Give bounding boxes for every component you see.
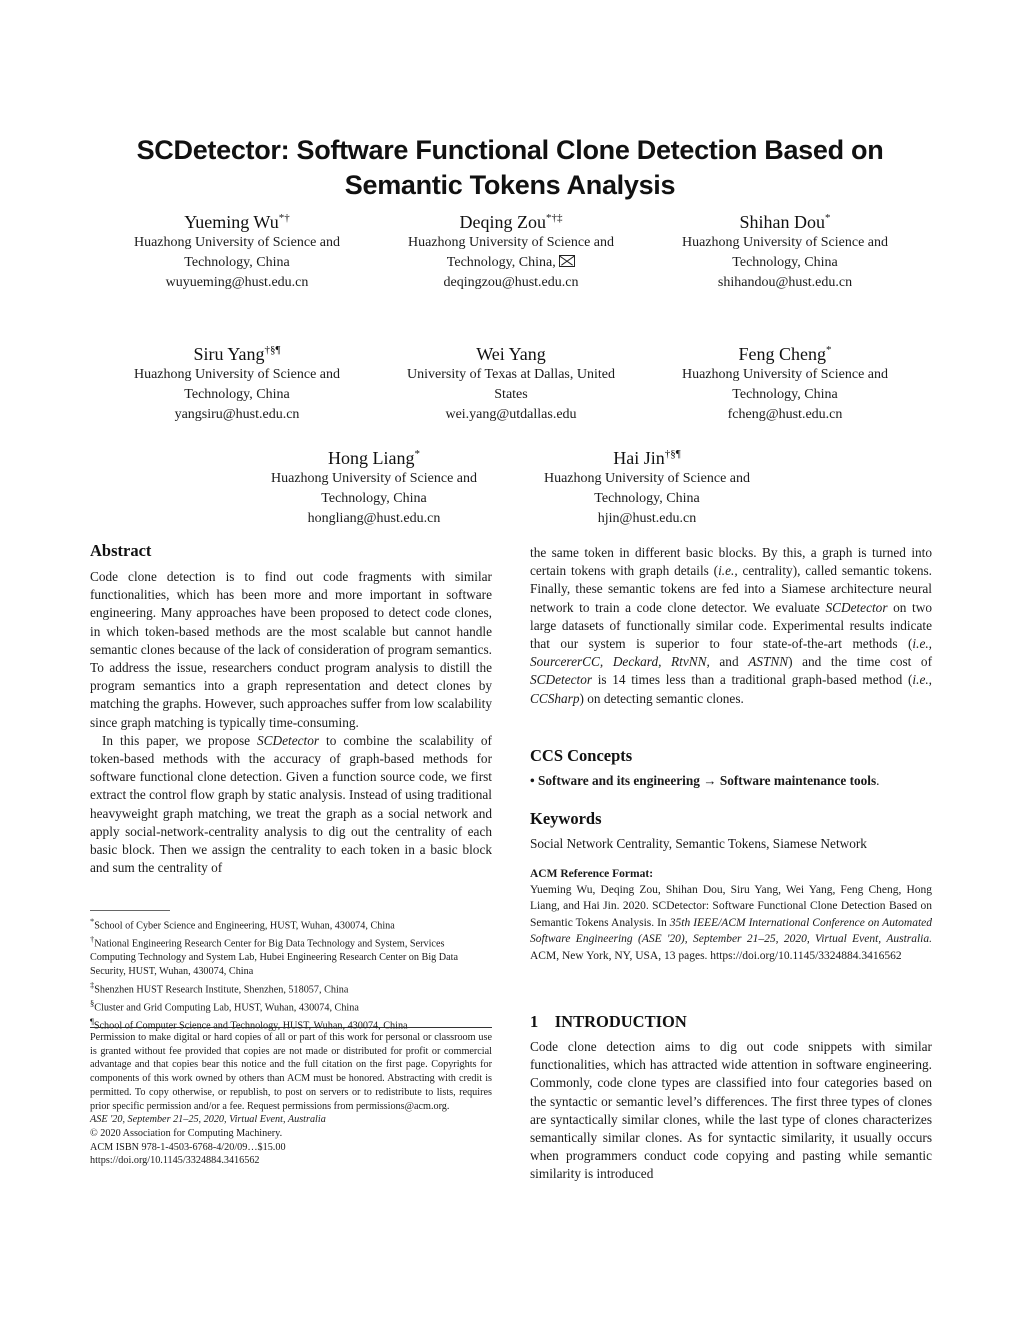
author-affiliation: University of Texas at Dallas, United	[407, 367, 615, 382]
venue: ASE '20, September 21–25, 2020, Virtual …	[90, 1114, 326, 1126]
reference-text: Yueming Wu, Deqing Zou, Shihan Dou, Siru…	[530, 884, 932, 962]
author-block: Siru Yang†§¶ Huazhong University of Scie…	[102, 343, 372, 425]
author-email[interactable]: hongliang@hust.edu.cn	[239, 509, 509, 529]
introduction-section: 1 INTRODUCTION Code clone detection aims…	[530, 1011, 932, 1184]
title-line-1: SCDetector: Software Functional Clone De…	[136, 135, 884, 165]
author-block: Feng Cheng* Huazhong University of Scien…	[650, 343, 920, 425]
abstract-continued: i.e.,the same token in different basic b…	[530, 544, 932, 708]
keywords-text: Social Network Centrality, Semantic Toke…	[530, 836, 867, 851]
text-run: is 14 times less than a traditional grap…	[592, 672, 913, 688]
reference-heading: ACM Reference Format:	[530, 868, 654, 880]
introduction-paragraph: Code clone detection aims to dig out cod…	[530, 1039, 932, 1182]
isbn: ACM ISBN 978-1-4503-6768-4/20/09…$15.00	[90, 1141, 286, 1153]
keywords-heading: Keywords	[530, 809, 602, 828]
text-run: ) on detecting semantic clones.	[579, 690, 744, 706]
ccs-heading: CCS Concepts	[530, 746, 633, 765]
author-affiliation: Huazhong University of Science and	[133, 235, 341, 250]
author-affiliation: Technology, China,	[446, 255, 556, 270]
author-affiliation: Technology, China	[184, 255, 290, 270]
text-run: ) and the time cost of	[788, 654, 932, 670]
italic-term: i.e.,	[718, 563, 738, 579]
author-name: Hai Jin	[613, 448, 665, 468]
author-affiliation: Technology, China	[594, 491, 700, 506]
text-run: to combine the scalability of token-base…	[90, 732, 492, 876]
reference-format: ACM Reference Format: Yueming Wu, Deqing…	[530, 866, 932, 964]
author-name: Wei Yang	[476, 344, 546, 364]
footnote-rule	[90, 910, 170, 911]
text-run: In this paper, we propose	[102, 732, 258, 748]
author-affiliation: Huazhong University of Science and	[681, 367, 889, 382]
author-email[interactable]: wuyueming@hust.edu.cn	[102, 273, 372, 293]
permission-rule	[90, 1027, 492, 1028]
author-affiliation: Huazhong University of Science and	[407, 235, 615, 250]
author-affiliation: Technology, China	[732, 255, 838, 270]
footnote: *School of Cyber Science and Engineering…	[90, 916, 395, 932]
paper-title: SCDetector: Software Functional Clone De…	[60, 133, 960, 203]
keywords-section: Keywords Social Network Centrality, Sema…	[530, 808, 932, 853]
abstract-heading: Abstract	[90, 541, 152, 560]
author-name: Shihan Dou	[739, 212, 826, 232]
author-name: Hong Liang	[328, 448, 415, 468]
author-email[interactable]: yangsiru@hust.edu.cn	[102, 405, 372, 425]
author-marks: *†‡	[545, 212, 563, 224]
author-email[interactable]: hjin@hust.edu.cn	[512, 509, 782, 529]
abstract-paragraph: Code clone detection is to find out code…	[90, 569, 492, 730]
author-affiliation: States	[494, 387, 528, 402]
title-line-2: Semantic Tokens Analysis	[344, 170, 676, 200]
paper-page: SCDetector: Software Functional Clone De…	[0, 0, 1020, 1320]
text-run: the same token in different basic blocks…	[530, 545, 932, 706]
author-marks: *	[414, 448, 420, 460]
footnote: †National Engineering Research Center fo…	[90, 934, 459, 977]
author-affiliation: Technology, China	[321, 491, 427, 506]
system-name: SCDetector	[257, 732, 320, 748]
author-marks: †§¶	[664, 448, 681, 460]
author-block: Wei Yang University of Texas at Dallas, …	[376, 343, 646, 425]
copyright: © 2020 Association for Computing Machine…	[90, 1127, 283, 1139]
author-affiliation: Huazhong University of Science and	[270, 471, 478, 486]
italic-term: SCDetector	[825, 599, 888, 615]
abstract-paragraph: In this paper, we propose SCDetector to …	[90, 732, 492, 878]
author-name: Deqing Zou	[459, 212, 546, 232]
abstract-paragraph: i.e.,the same token in different basic b…	[530, 544, 932, 708]
author-affiliation: Huazhong University of Science and	[681, 235, 889, 250]
author-block: Shihan Dou* Huazhong University of Scien…	[650, 211, 920, 293]
author-affiliation: Technology, China	[184, 387, 290, 402]
envelope-icon	[559, 255, 576, 267]
author-marks: *	[826, 344, 832, 356]
ccs-concept: • Software and its engineering → Softwar…	[530, 773, 880, 788]
author-name: Feng Cheng	[738, 344, 827, 364]
author-affiliation: Technology, China	[732, 387, 838, 402]
footnotes: *School of Cyber Science and Engineering…	[90, 915, 492, 1033]
author-email[interactable]: fcheng@hust.edu.cn	[650, 405, 920, 425]
author-block: Hai Jin†§¶ Huazhong University of Scienc…	[512, 447, 782, 529]
ccs-section: CCS Concepts • Software and its engineer…	[530, 745, 932, 790]
author-marks: *†	[278, 212, 290, 224]
author-block: Yueming Wu*† Huazhong University of Scie…	[102, 211, 372, 293]
footnote: ‡Shenzhen HUST Research Institute, Shenz…	[90, 979, 349, 995]
italic-term: ASTNN	[748, 654, 789, 670]
author-email[interactable]: shihandou@hust.edu.cn	[650, 273, 920, 293]
permission-block: Permission to make digital or hard copie…	[90, 1031, 492, 1168]
text-run: and	[709, 654, 749, 670]
author-affiliation: Huazhong University of Science and	[543, 471, 751, 486]
introduction-heading: 1 INTRODUCTION	[530, 1012, 687, 1031]
abstract-section: Abstract Code clone detection is to find…	[90, 540, 492, 895]
author-marks: †§¶	[264, 344, 281, 356]
footnote: §Cluster and Grid Computing Lab, HUST, W…	[90, 997, 359, 1014]
author-name: Yueming Wu	[184, 212, 279, 232]
author-email[interactable]: wei.yang@utdallas.edu	[376, 405, 646, 425]
author-marks: *	[825, 212, 831, 224]
author-block: Hong Liang* Huazhong University of Scien…	[239, 447, 509, 529]
author-name: Siru Yang	[193, 344, 265, 364]
author-affiliation: Huazhong University of Science and	[133, 367, 341, 382]
doi-link[interactable]: https://doi.org/10.1145/3324884.3416562	[90, 1154, 492, 1168]
author-block: Deqing Zou*†‡ Huazhong University of Sci…	[376, 211, 646, 293]
author-email[interactable]: deqingzou@hust.edu.cn	[376, 273, 646, 293]
permission-text: Permission to make digital or hard copie…	[90, 1032, 492, 1112]
italic-term: SCDetector	[530, 672, 593, 688]
